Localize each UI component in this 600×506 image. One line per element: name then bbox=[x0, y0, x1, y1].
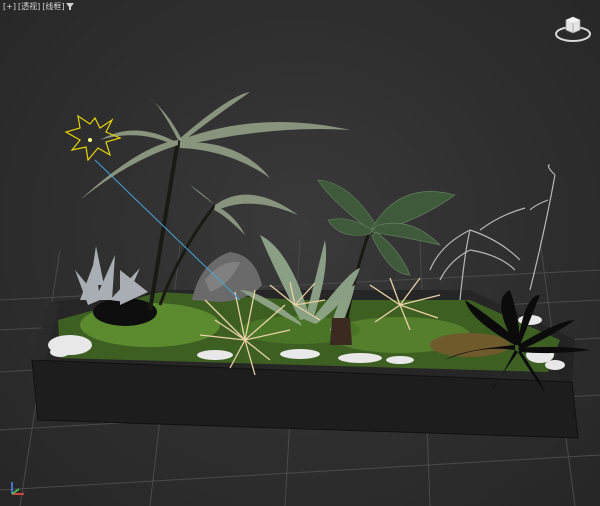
axis-tripod-icon bbox=[6, 480, 28, 498]
viewport-plus-menu[interactable]: [+] bbox=[2, 2, 17, 14]
viewport-shading-menu[interactable]: [线框] bbox=[41, 2, 65, 14]
viewport-view-menu[interactable]: [透视] bbox=[17, 2, 41, 14]
sun-light-icon[interactable] bbox=[64, 114, 122, 162]
viewport-perspective[interactable]: [+] [透视] [线框] bbox=[0, 0, 600, 506]
viewport-label-menu: [+] [透视] [线框] bbox=[2, 2, 75, 14]
viewcube-icon[interactable] bbox=[554, 14, 592, 44]
light-target-line bbox=[94, 159, 241, 301]
scene-canvas[interactable] bbox=[0, 0, 600, 506]
funnel-icon[interactable] bbox=[65, 2, 75, 14]
wispy-fern-right[interactable] bbox=[429, 164, 556, 301]
fern-trunk-center bbox=[330, 318, 352, 345]
